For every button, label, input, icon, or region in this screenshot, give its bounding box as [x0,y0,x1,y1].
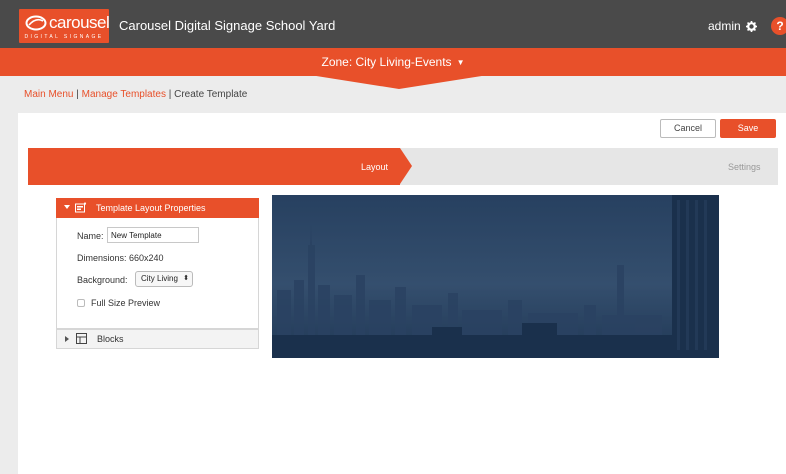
background-select[interactable]: City Living ⬍ [135,271,193,287]
blocks-icon [76,333,87,344]
breadcrumb-manage-templates[interactable]: Manage Templates [82,89,166,100]
background-select-value: City Living [141,274,178,283]
breadcrumb-separator: | [168,89,172,100]
step-settings[interactable]: Settings [728,162,761,172]
chevron-down-icon: ▼ [456,58,465,68]
blocks-label: Blocks [97,334,124,344]
properties-title: Template Layout Properties [96,203,206,213]
full-size-preview-checkbox[interactable] [77,299,85,307]
breadcrumb-separator: | [76,89,79,100]
breadcrumb: Main Menu | Manage Templates | Create Te… [24,89,247,100]
zone-selector[interactable]: Zone: City Living-Events ▼ [0,55,786,69]
help-icon[interactable]: ? [771,17,786,35]
template-preview-image [272,195,719,358]
breadcrumb-create-template: Create Template [174,89,248,100]
cancel-button[interactable]: Cancel [660,119,716,138]
zone-label: Zone: City Living-Events [321,55,452,69]
step-layout-bar[interactable] [28,148,400,185]
app-title: Carousel Digital Signage School Yard [119,18,336,33]
dimensions-label: Dimensions: 660x240 [77,253,164,263]
step-arrow [400,148,412,184]
full-size-preview-label: Full Size Preview [91,298,161,308]
caret-down-icon[interactable] [64,205,70,209]
carousel-logo[interactable]: carousel DIGITAL SIGNAGE [19,9,110,43]
logo-text: carousel [49,13,110,32]
gear-icon[interactable] [746,21,757,32]
zone-notch [310,75,488,89]
background-label: Background: [77,275,128,285]
save-button[interactable]: Save [720,119,776,138]
caret-right-icon[interactable] [65,336,69,342]
breadcrumb-main-menu[interactable]: Main Menu [24,89,73,100]
top-bar [0,0,786,48]
logo-subtext: DIGITAL SIGNAGE [24,34,104,40]
name-label: Name: [77,231,104,241]
select-arrows-icon: ⬍ [183,275,189,282]
step-layout[interactable]: Layout [361,162,388,172]
user-menu[interactable]: admin [708,19,741,33]
carousel-logo-icon [25,15,47,31]
template-name-input[interactable] [107,227,199,243]
layout-properties-icon [75,202,87,213]
